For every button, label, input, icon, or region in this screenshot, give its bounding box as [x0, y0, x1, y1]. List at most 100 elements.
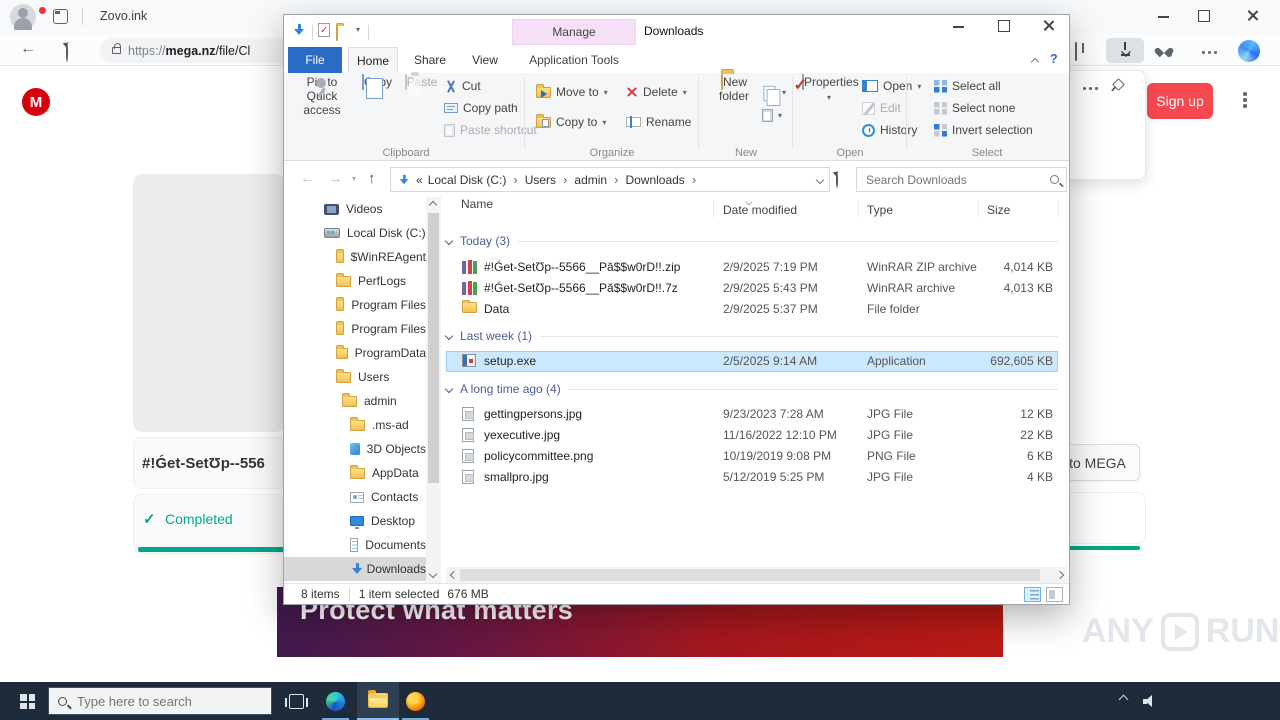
file-row-gettingpersons[interactable]: gettingpersons.jpg 9/23/2023 7:28 AM JPG… — [446, 404, 1058, 425]
search-box[interactable] — [856, 167, 1067, 192]
easy-access-button[interactable]: ▾ — [762, 109, 782, 122]
browser-back-button[interactable]: ← — [20, 40, 36, 58]
tree-item-admin[interactable]: admin — [284, 389, 426, 413]
tree-item-downloads[interactable]: Downloads — [284, 557, 426, 581]
tree-item-3d-objects[interactable]: 3D Objects — [284, 437, 426, 461]
search-icon[interactable] — [1050, 175, 1059, 184]
up-icon[interactable]: ↑ — [368, 170, 376, 187]
browser-refresh-button[interactable] — [66, 43, 68, 62]
file-row-data-folder[interactable]: Data 2/9/2025 5:37 PM File folder — [446, 299, 1058, 320]
tab-share[interactable]: Share — [406, 47, 454, 73]
qat-properties-icon[interactable]: ✓ — [318, 23, 330, 37]
tree-item-perflogs[interactable]: PerfLogs — [284, 269, 426, 293]
paste-shortcut-button[interactable]: Paste shortcut — [444, 123, 537, 137]
browser-maximize-button[interactable] — [1196, 8, 1212, 24]
taskbar-search-input[interactable] — [75, 693, 262, 710]
group-header-last-week[interactable]: Last week (1) — [446, 324, 1058, 348]
column-header-date[interactable]: Date modified — [723, 203, 797, 217]
explorer-search-input[interactable] — [864, 172, 1050, 188]
ribbon-collapse-icon[interactable] — [1031, 58, 1039, 66]
breadcrumb-admin[interactable]: admin — [574, 173, 607, 187]
new-item-button[interactable]: ▾ — [762, 81, 786, 103]
browser-profile-avatar[interactable] — [10, 4, 36, 30]
breadcrumb-users[interactable]: Users — [525, 173, 556, 187]
breadcrumb-local-disk[interactable]: Local Disk (C:) — [428, 173, 507, 187]
volume-icon[interactable] — [1143, 695, 1158, 708]
signup-button[interactable]: Sign up — [1147, 83, 1213, 119]
file-row-smallpro[interactable]: smallpro.jpg 5/12/2019 5:25 PM JPG File … — [446, 467, 1058, 488]
column-header-size[interactable]: Size — [987, 203, 1010, 217]
properties-button[interactable]: Properties▾ — [802, 75, 856, 151]
taskbar-search[interactable] — [48, 687, 272, 715]
tree-item-winreagent[interactable]: $WinREAgent — [284, 245, 426, 269]
file-row-setup-exe[interactable]: setup.exe 2/5/2025 9:14 AM Application 6… — [446, 351, 1058, 372]
horizontal-scrollbar-thumb[interactable] — [460, 569, 1040, 581]
firefox-taskbar-icon[interactable] — [406, 692, 425, 711]
qat-customize-icon[interactable]: ▾ — [356, 25, 360, 34]
tree-scrollbar[interactable] — [426, 197, 441, 583]
explorer-taskbar-button[interactable] — [357, 682, 399, 720]
copy-button[interactable]: Copy — [356, 75, 398, 151]
tree-item-program-files[interactable]: Program Files — [284, 293, 426, 317]
file-row-zip[interactable]: #!Ǵet-SetƱp--5566__Pă$$w0rD!!.zip 2/9/20… — [446, 257, 1058, 278]
rename-button[interactable]: Rename — [626, 115, 691, 129]
help-icon[interactable]: ? — [1050, 52, 1058, 66]
scroll-right-icon[interactable] — [1056, 571, 1064, 579]
browser-address-bar[interactable]: https://mega.nz/file/Cl — [100, 38, 300, 63]
tab-home[interactable]: Home — [348, 47, 398, 73]
split-screen-icon[interactable] — [1075, 42, 1077, 61]
copilot-icon[interactable] — [1238, 40, 1260, 62]
new-folder-button[interactable]: New folder — [710, 75, 758, 151]
explorer-close-button[interactable] — [1026, 15, 1071, 45]
scroll-down-icon[interactable] — [429, 570, 437, 578]
qat-newfolder-icon[interactable] — [336, 25, 338, 41]
tab-application-tools[interactable]: Application Tools — [512, 47, 636, 73]
mega-logo[interactable]: M — [22, 88, 50, 116]
edit-button[interactable]: Edit — [862, 101, 901, 115]
tree-scrollbar-thumb[interactable] — [428, 213, 439, 483]
browser-minimize-button[interactable] — [1156, 8, 1172, 24]
copy-path-button[interactable]: Copy path — [444, 101, 518, 115]
flyout-more-icon[interactable] — [1083, 87, 1086, 90]
browser-menu-icon[interactable] — [1202, 51, 1205, 54]
details-view-button[interactable] — [1024, 587, 1041, 602]
tree-item-users[interactable]: Users — [284, 365, 426, 389]
hidden-icons-chevron[interactable] — [1119, 695, 1129, 705]
downloads-toolbar-button[interactable] — [1106, 38, 1144, 63]
scroll-up-icon[interactable] — [429, 201, 437, 209]
horizontal-scrollbar[interactable] — [446, 567, 1068, 583]
delete-button[interactable]: Delete▾ — [626, 85, 687, 99]
paste-button[interactable]: Paste — [400, 75, 442, 151]
tree-item-documents[interactable]: Documents — [284, 533, 426, 557]
explorer-minimize-button[interactable] — [936, 15, 981, 45]
column-header-name[interactable]: Name — [461, 197, 493, 211]
tree-item-desktop[interactable]: Desktop — [284, 509, 426, 533]
tree-item-appdata[interactable]: AppData — [284, 461, 426, 485]
group-header-long-ago[interactable]: A long time ago (4) — [446, 377, 1058, 401]
tree-item-contacts[interactable]: Contacts — [284, 485, 426, 509]
file-row-policycommittee[interactable]: policycommittee.png 10/19/2019 9:08 PM P… — [446, 446, 1058, 467]
column-header-type[interactable]: Type — [867, 203, 893, 217]
browser-close-button[interactable] — [1245, 8, 1261, 24]
tab-view[interactable]: View — [462, 47, 508, 73]
tree-item-local-disk[interactable]: Local Disk (C:) — [284, 221, 426, 245]
edge-taskbar-icon[interactable] — [326, 692, 345, 711]
recent-locations-icon[interactable]: ▾ — [352, 174, 356, 183]
history-button[interactable]: History — [862, 123, 917, 137]
manage-contextual-tab[interactable]: Manage — [512, 19, 636, 45]
move-to-button[interactable]: Move to▾ — [536, 85, 608, 99]
tree-item-ms-ad[interactable]: .ms-ad — [284, 413, 426, 437]
select-all-button[interactable]: Select all — [934, 79, 1001, 93]
start-button[interactable] — [20, 694, 35, 709]
tree-item-program-files-x86[interactable]: Program Files — [284, 317, 426, 341]
mega-menu-icon[interactable] — [1243, 92, 1247, 96]
back-icon[interactable]: ← — [300, 170, 315, 187]
breadcrumb-overflow[interactable]: « — [416, 173, 423, 187]
scroll-left-icon[interactable] — [450, 571, 458, 579]
file-row-7z[interactable]: #!Ǵet-SetƱp--5566__Pă$$w0rD!!.7z 2/9/202… — [446, 278, 1058, 299]
large-icons-view-button[interactable] — [1046, 587, 1063, 602]
task-view-button[interactable] — [289, 694, 304, 709]
select-none-button[interactable]: Select none — [934, 101, 1015, 115]
browser-tab-title[interactable]: Zovo.ink — [100, 9, 147, 23]
forward-icon[interactable]: → — [328, 170, 343, 187]
